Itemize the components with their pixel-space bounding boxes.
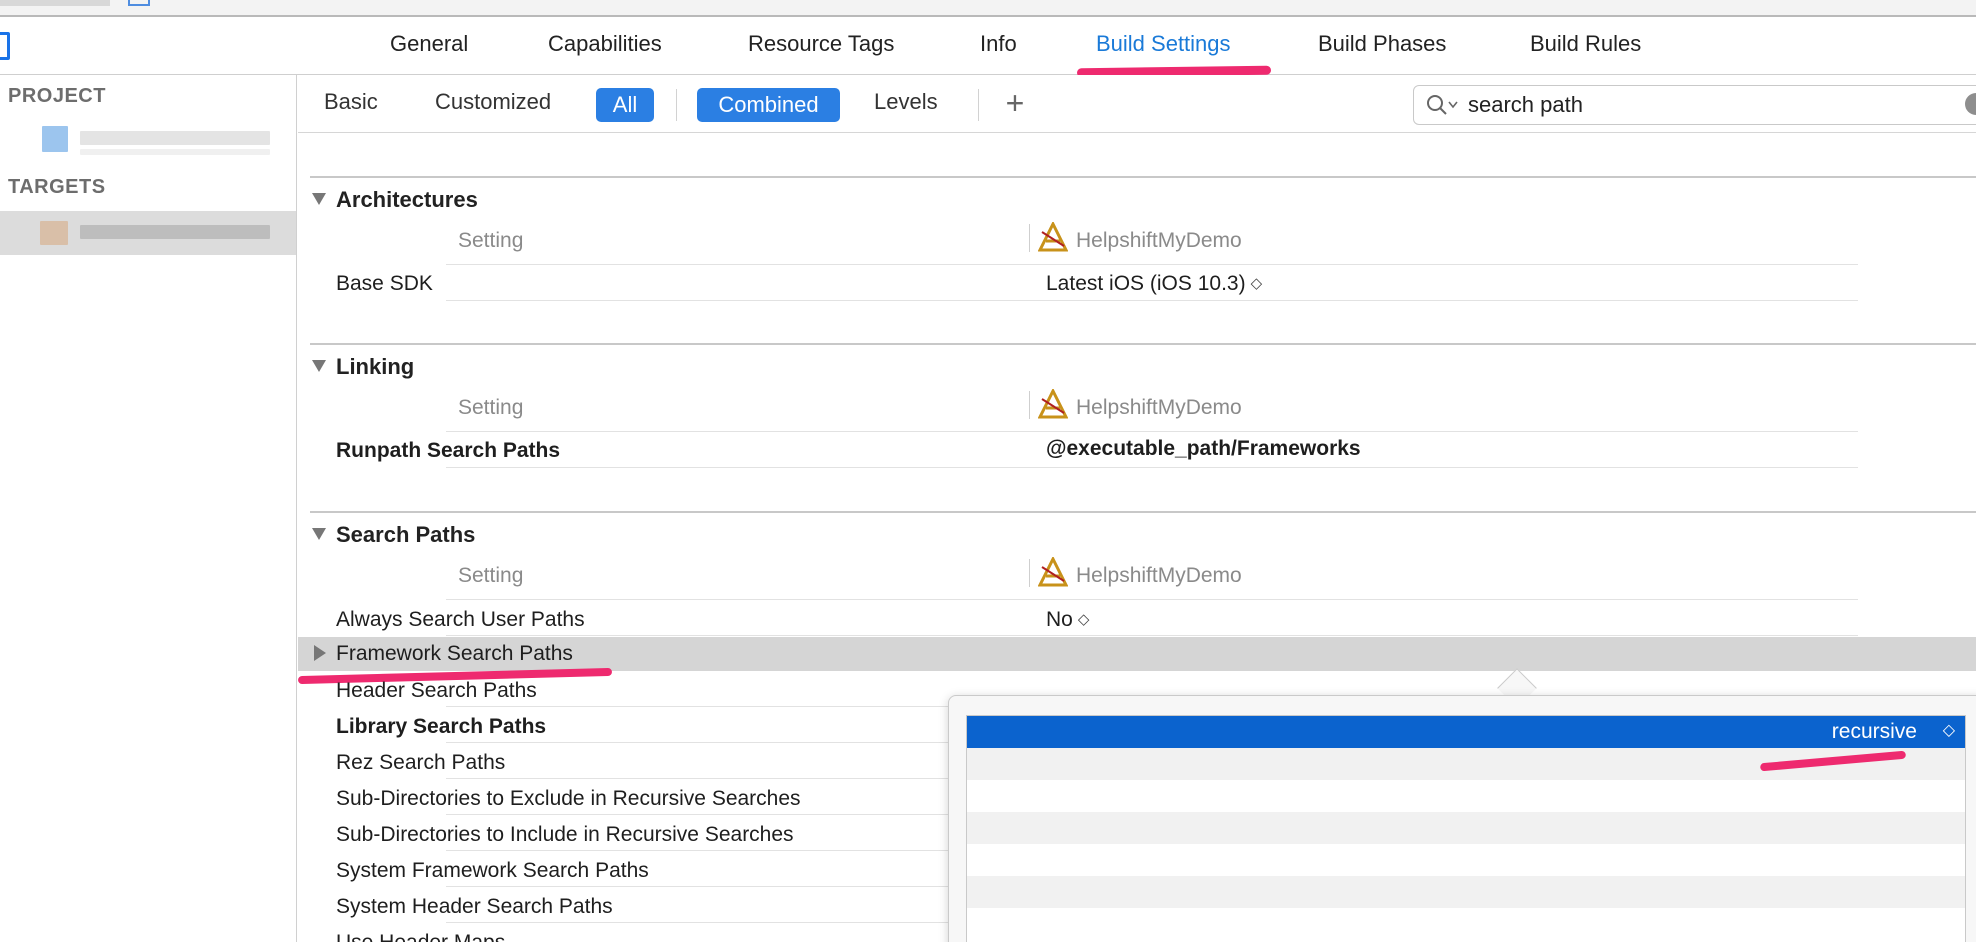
project-icon xyxy=(42,126,68,152)
column-separator xyxy=(1029,391,1030,419)
editor-tab-bar: General Capabilities Resource Tags Info … xyxy=(0,17,1976,78)
setting-runpath-search-paths: Runpath Search Paths xyxy=(336,439,561,462)
tab-build-phases[interactable]: Build Phases xyxy=(1318,31,1446,57)
setting-system-framework-search-paths: System Framework Search Paths xyxy=(336,859,649,882)
tab-build-settings[interactable]: Build Settings xyxy=(1096,31,1231,57)
view-combined[interactable]: Combined xyxy=(697,88,840,122)
paths-list[interactable]: recursive ◇ xyxy=(966,715,1966,942)
list-item-selected[interactable]: recursive ◇ xyxy=(967,716,1965,748)
list-item[interactable] xyxy=(967,908,1965,940)
target-name-redacted xyxy=(80,225,270,239)
setting-header-search-paths: Header Search Paths xyxy=(336,679,537,702)
setting-column-header: Setting xyxy=(458,396,524,419)
file-icon xyxy=(128,0,150,6)
build-settings-filter-bar: Basic Customized All Combined Levels + xyxy=(298,75,1976,133)
target-item[interactable] xyxy=(0,211,296,255)
setting-framework-search-paths[interactable]: Framework Search Paths xyxy=(336,642,573,666)
list-item[interactable] xyxy=(967,780,1965,812)
filter-basic[interactable]: Basic xyxy=(324,89,378,115)
chevron-down-icon[interactable] xyxy=(1448,101,1458,109)
section-divider xyxy=(310,343,1976,345)
column-separator xyxy=(1029,224,1030,252)
section-title: Architectures xyxy=(336,187,478,212)
view-levels[interactable]: Levels xyxy=(874,89,938,115)
setting-column-header: Setting xyxy=(458,564,524,587)
list-item[interactable] xyxy=(967,844,1965,876)
tab-general[interactable]: General xyxy=(390,31,468,57)
xcode-app-icon xyxy=(1038,389,1068,419)
filter-customized[interactable]: Customized xyxy=(435,89,551,115)
section-title: Linking xyxy=(336,354,415,379)
toolbar-fragment xyxy=(0,0,110,6)
section-title: Search Paths xyxy=(336,522,476,547)
section-divider xyxy=(310,511,1976,513)
target-selector-icon[interactable] xyxy=(0,32,10,60)
value-always-search-user-paths[interactable]: No ◇ xyxy=(1046,608,1089,632)
xcode-app-icon xyxy=(1038,222,1068,252)
setting-column-header: Setting xyxy=(458,229,524,252)
add-setting-button[interactable]: + xyxy=(998,87,1032,121)
targets-heading: TARGETS xyxy=(8,176,106,198)
tab-build-rules[interactable]: Build Rules xyxy=(1530,31,1641,57)
section-linking[interactable]: Linking xyxy=(312,354,414,380)
window-top-strip xyxy=(0,0,1976,17)
value-base-sdk[interactable]: Latest iOS (iOS 10.3) ◇ xyxy=(1046,272,1262,296)
stepper-icon[interactable]: ◇ xyxy=(1078,610,1090,628)
project-navigator: PROJECT TARGETS xyxy=(0,75,297,942)
tab-capabilities[interactable]: Capabilities xyxy=(548,31,662,57)
setting-library-search-paths: Library Search Paths xyxy=(336,715,547,738)
section-search-paths[interactable]: Search Paths xyxy=(312,522,475,548)
section-divider xyxy=(310,176,1976,178)
target-column-header: HelpshiftMyDemo xyxy=(1076,564,1242,587)
section-architectures[interactable]: Architectures xyxy=(312,187,478,213)
project-name-redacted xyxy=(80,131,270,145)
target-icon xyxy=(40,221,68,245)
setting-subdirs-exclude: Sub-Directories to Exclude in Recursive … xyxy=(336,787,801,810)
tab-info[interactable]: Info xyxy=(980,31,1017,57)
search-field[interactable] xyxy=(1413,85,1976,125)
xcode-app-icon xyxy=(1038,557,1068,587)
stepper-icon[interactable]: ◇ xyxy=(1943,720,1955,740)
setting-system-header-search-paths: System Header Search Paths xyxy=(336,895,613,918)
list-item[interactable] xyxy=(967,812,1965,844)
setting-base-sdk: Base SDK xyxy=(336,272,433,295)
filter-separator xyxy=(676,89,677,121)
setting-rez-search-paths: Rez Search Paths xyxy=(336,751,506,774)
disclosure-triangle-icon[interactable] xyxy=(312,360,326,372)
disclosure-triangle-right-icon[interactable] xyxy=(314,645,326,661)
value-runpath-search-paths[interactable]: @executable_path/Frameworks xyxy=(1046,437,1361,461)
filter-separator xyxy=(978,89,979,121)
project-heading: PROJECT xyxy=(8,85,106,107)
recursive-selector[interactable]: recursive xyxy=(1832,720,1917,744)
column-separator xyxy=(1029,559,1030,587)
target-column-header: HelpshiftMyDemo xyxy=(1076,229,1242,252)
stepper-icon[interactable]: ◇ xyxy=(1251,274,1263,292)
list-item[interactable] xyxy=(967,876,1965,908)
setting-subdirs-include: Sub-Directories to Include in Recursive … xyxy=(336,823,794,846)
target-column-header: HelpshiftMyDemo xyxy=(1076,396,1242,419)
filter-all[interactable]: All xyxy=(596,88,654,122)
search-input[interactable] xyxy=(1468,90,1968,120)
project-item[interactable] xyxy=(0,121,296,165)
setting-use-header-maps: Use Header Maps xyxy=(336,931,505,942)
disclosure-triangle-icon[interactable] xyxy=(312,193,326,205)
setting-always-search-user-paths: Always Search User Paths xyxy=(336,608,585,631)
disclosure-triangle-icon[interactable] xyxy=(312,528,326,540)
search-paths-popover: recursive ◇ xyxy=(948,695,1976,942)
search-icon xyxy=(1427,95,1447,115)
tab-resource-tags[interactable]: Resource Tags xyxy=(748,31,894,57)
